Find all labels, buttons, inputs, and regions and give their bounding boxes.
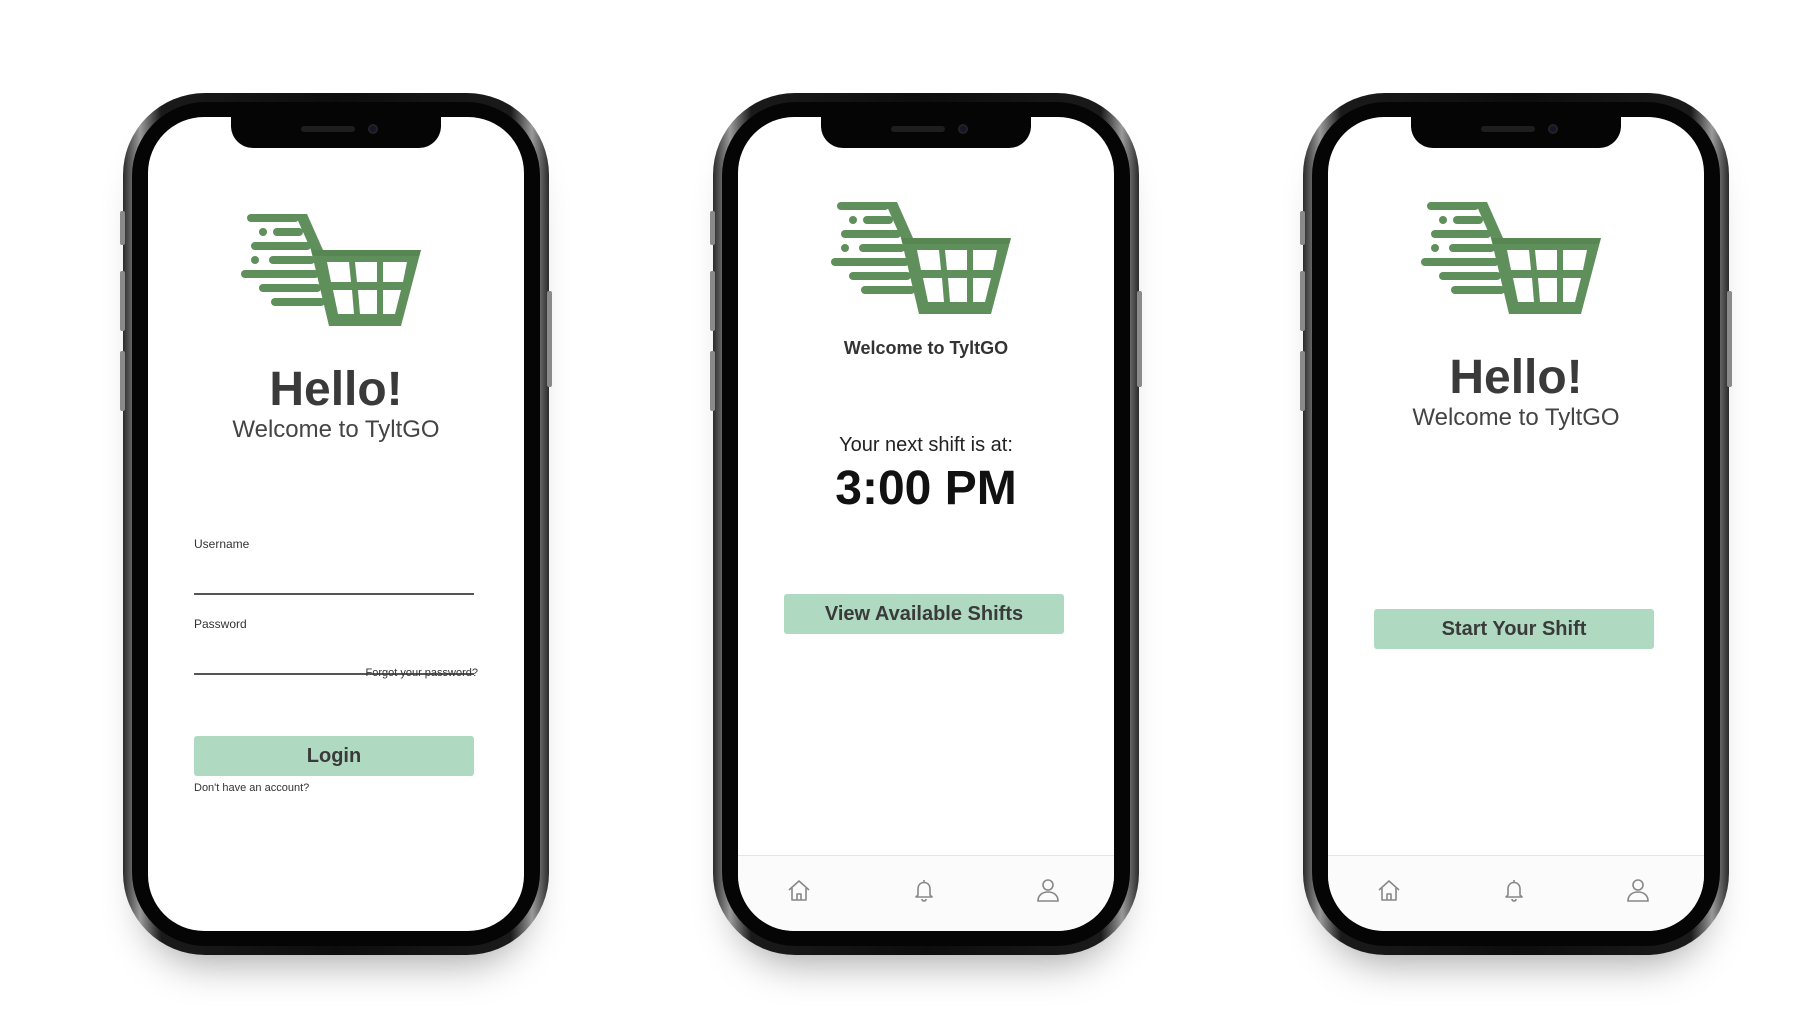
side-button	[1300, 351, 1305, 411]
side-button	[120, 211, 125, 245]
user-icon[interactable]	[1034, 876, 1062, 904]
welcome-title: Welcome to TyltGO	[843, 338, 1009, 358]
side-button	[710, 351, 715, 411]
view-available-shifts-button[interactable]: View Available Shifts	[784, 594, 1064, 634]
password-label: Password	[194, 617, 247, 631]
welcome-subtitle: Welcome to TyltGO	[1412, 404, 1620, 431]
camera	[368, 124, 378, 134]
phone-start-shift: Hello! Welcome to TyltGO Start Your Shif…	[1300, 93, 1732, 955]
bell-icon[interactable]	[910, 876, 938, 904]
home-icon[interactable]	[785, 876, 813, 904]
login-button[interactable]: Login	[194, 736, 474, 776]
login-screen: Hello! Welcome to TyltGO Username Passwo…	[148, 117, 524, 931]
phone-next-shift: Welcome to TyltGO Your next shift is at:…	[710, 93, 1142, 955]
speaker	[1481, 126, 1535, 132]
bottom-tab-bar	[738, 855, 1114, 931]
home-icon[interactable]	[1375, 876, 1403, 904]
username-label: Username	[194, 537, 250, 551]
cart-logo-icon	[831, 202, 1011, 314]
greeting-title: Hello!	[1449, 351, 1583, 404]
camera	[958, 124, 968, 134]
cart-logo-icon	[241, 214, 421, 326]
start-your-shift-button[interactable]: Start Your Shift	[1374, 609, 1654, 649]
bottom-tab-bar	[1328, 855, 1704, 931]
forgot-password-link[interactable]: Forgot your password?	[366, 667, 479, 679]
side-button	[710, 271, 715, 331]
side-button	[710, 211, 715, 245]
side-button	[1137, 291, 1142, 387]
side-button	[547, 291, 552, 387]
signup-link[interactable]: Don't have an account?	[194, 782, 309, 794]
welcome-subtitle: Welcome to TyltGO	[232, 416, 440, 443]
phone-login: Hello! Welcome to TyltGO Username Passwo…	[120, 93, 552, 955]
username-field[interactable]	[194, 573, 474, 595]
greeting-title: Hello!	[269, 363, 403, 416]
user-icon[interactable]	[1624, 876, 1652, 904]
side-button	[120, 271, 125, 331]
notch	[821, 117, 1031, 148]
speaker	[301, 126, 355, 132]
side-button	[120, 351, 125, 411]
side-button	[1727, 291, 1732, 387]
cart-logo-icon	[1421, 202, 1601, 314]
next-shift-label: Your next shift is at:	[839, 434, 1013, 456]
notch	[231, 117, 441, 148]
next-shift-time: 3:00 PM	[835, 462, 1017, 515]
next-shift-screen: Welcome to TyltGO Your next shift is at:…	[738, 117, 1114, 931]
bell-icon[interactable]	[1500, 876, 1528, 904]
start-shift-screen: Hello! Welcome to TyltGO Start Your Shif…	[1328, 117, 1704, 931]
speaker	[891, 126, 945, 132]
side-button	[1300, 211, 1305, 245]
camera	[1548, 124, 1558, 134]
notch	[1411, 117, 1621, 148]
side-button	[1300, 271, 1305, 331]
